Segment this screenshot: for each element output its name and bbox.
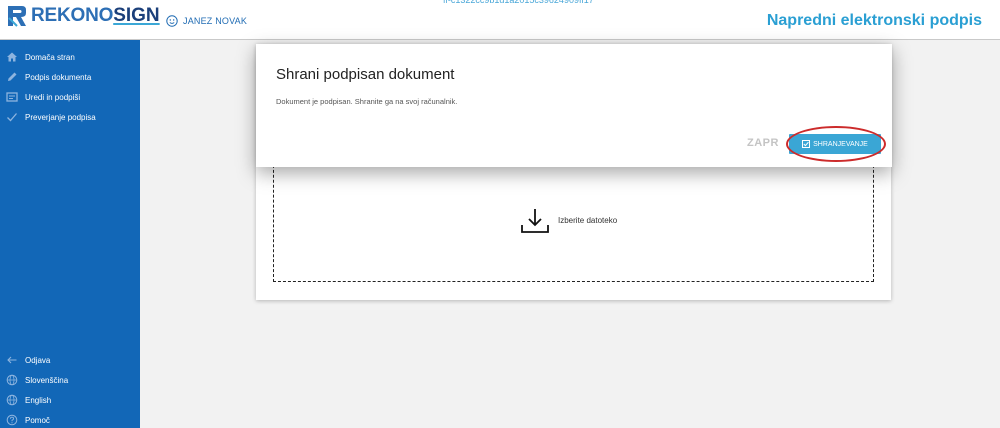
sidebar-item-label: Domača stran	[25, 52, 75, 62]
home-icon	[6, 51, 18, 63]
sidebar-item-english[interactable]: English	[6, 394, 51, 406]
dialog-title: Shrani podpisan dokument	[276, 66, 455, 83]
sidebar-item-help[interactable]: Pomoč	[6, 414, 50, 426]
sidebar-item-slovenian[interactable]: Slovenščina	[6, 374, 68, 386]
sidebar-item-label: Uredi in podpiši	[25, 92, 81, 102]
page-title: Napredni elektronski podpis	[766, 12, 982, 29]
dialog-message: Dokument je podpisan. Shranite ga na svo…	[276, 97, 458, 106]
shield-logo-icon	[8, 6, 26, 27]
edit-icon	[6, 91, 18, 103]
dropzone-label: Izberite datoteko	[558, 216, 618, 225]
file-dropzone[interactable]: Izberite datoteko	[273, 150, 874, 282]
sidebar-item-label: English	[25, 395, 52, 405]
logo-text-sign: SIGN	[113, 5, 160, 26]
save-button-label: SHRANJEVANJE	[813, 140, 868, 148]
logo-text-rekono: REKONO	[31, 5, 114, 26]
sidebar-item-label: Preverjanje podpisa	[25, 112, 96, 122]
sidebar-item-label: Slovenščina	[25, 375, 69, 385]
save-dialog: Shrani podpisan dokument Dokument je pod…	[256, 44, 892, 167]
sidebar-item-label: Odjava	[25, 355, 51, 365]
download-icon	[521, 209, 549, 233]
check-icon	[6, 111, 18, 123]
user-info[interactable]: JANEZ NOVAK	[166, 15, 247, 27]
pen-icon	[6, 71, 18, 83]
sidebar-item-label: Pomoč	[25, 415, 50, 425]
user-name: JANEZ NOVAK	[183, 16, 248, 26]
sidebar-item-logout[interactable]: Odjava	[6, 354, 50, 366]
arrow-left-icon	[6, 354, 18, 366]
sidebar-item-label: Podpis dokumenta	[25, 72, 92, 82]
session-hash: ff-c1322cc9b1d1a2015c39624909ff17	[443, 0, 594, 5]
sidebar-item-home[interactable]: Domača stran	[6, 51, 75, 63]
app-logo[interactable]: REKONO SIGN	[6, 4, 160, 28]
user-avatar-icon	[166, 15, 178, 27]
top-header: REKONO SIGN JANEZ NOVAK ff-c1322cc9b1d1a2…	[0, 0, 1000, 40]
sidebar-item-edit-and-sign[interactable]: Uredi in podpiši	[6, 91, 80, 103]
sidebar: Domača stran Podpis dokumenta Uredi in p…	[0, 40, 140, 428]
checkbox-icon	[802, 140, 811, 148]
help-icon	[6, 414, 18, 426]
sidebar-item-sign-document[interactable]: Podpis dokumenta	[6, 71, 91, 83]
save-button[interactable]: SHRANJEVANJE	[789, 134, 881, 154]
close-button[interactable]: ZAPR	[747, 137, 779, 149]
globe-icon	[6, 374, 18, 386]
globe-icon	[6, 394, 18, 406]
sidebar-item-verify-signature[interactable]: Preverjanje podpisa	[6, 111, 96, 123]
